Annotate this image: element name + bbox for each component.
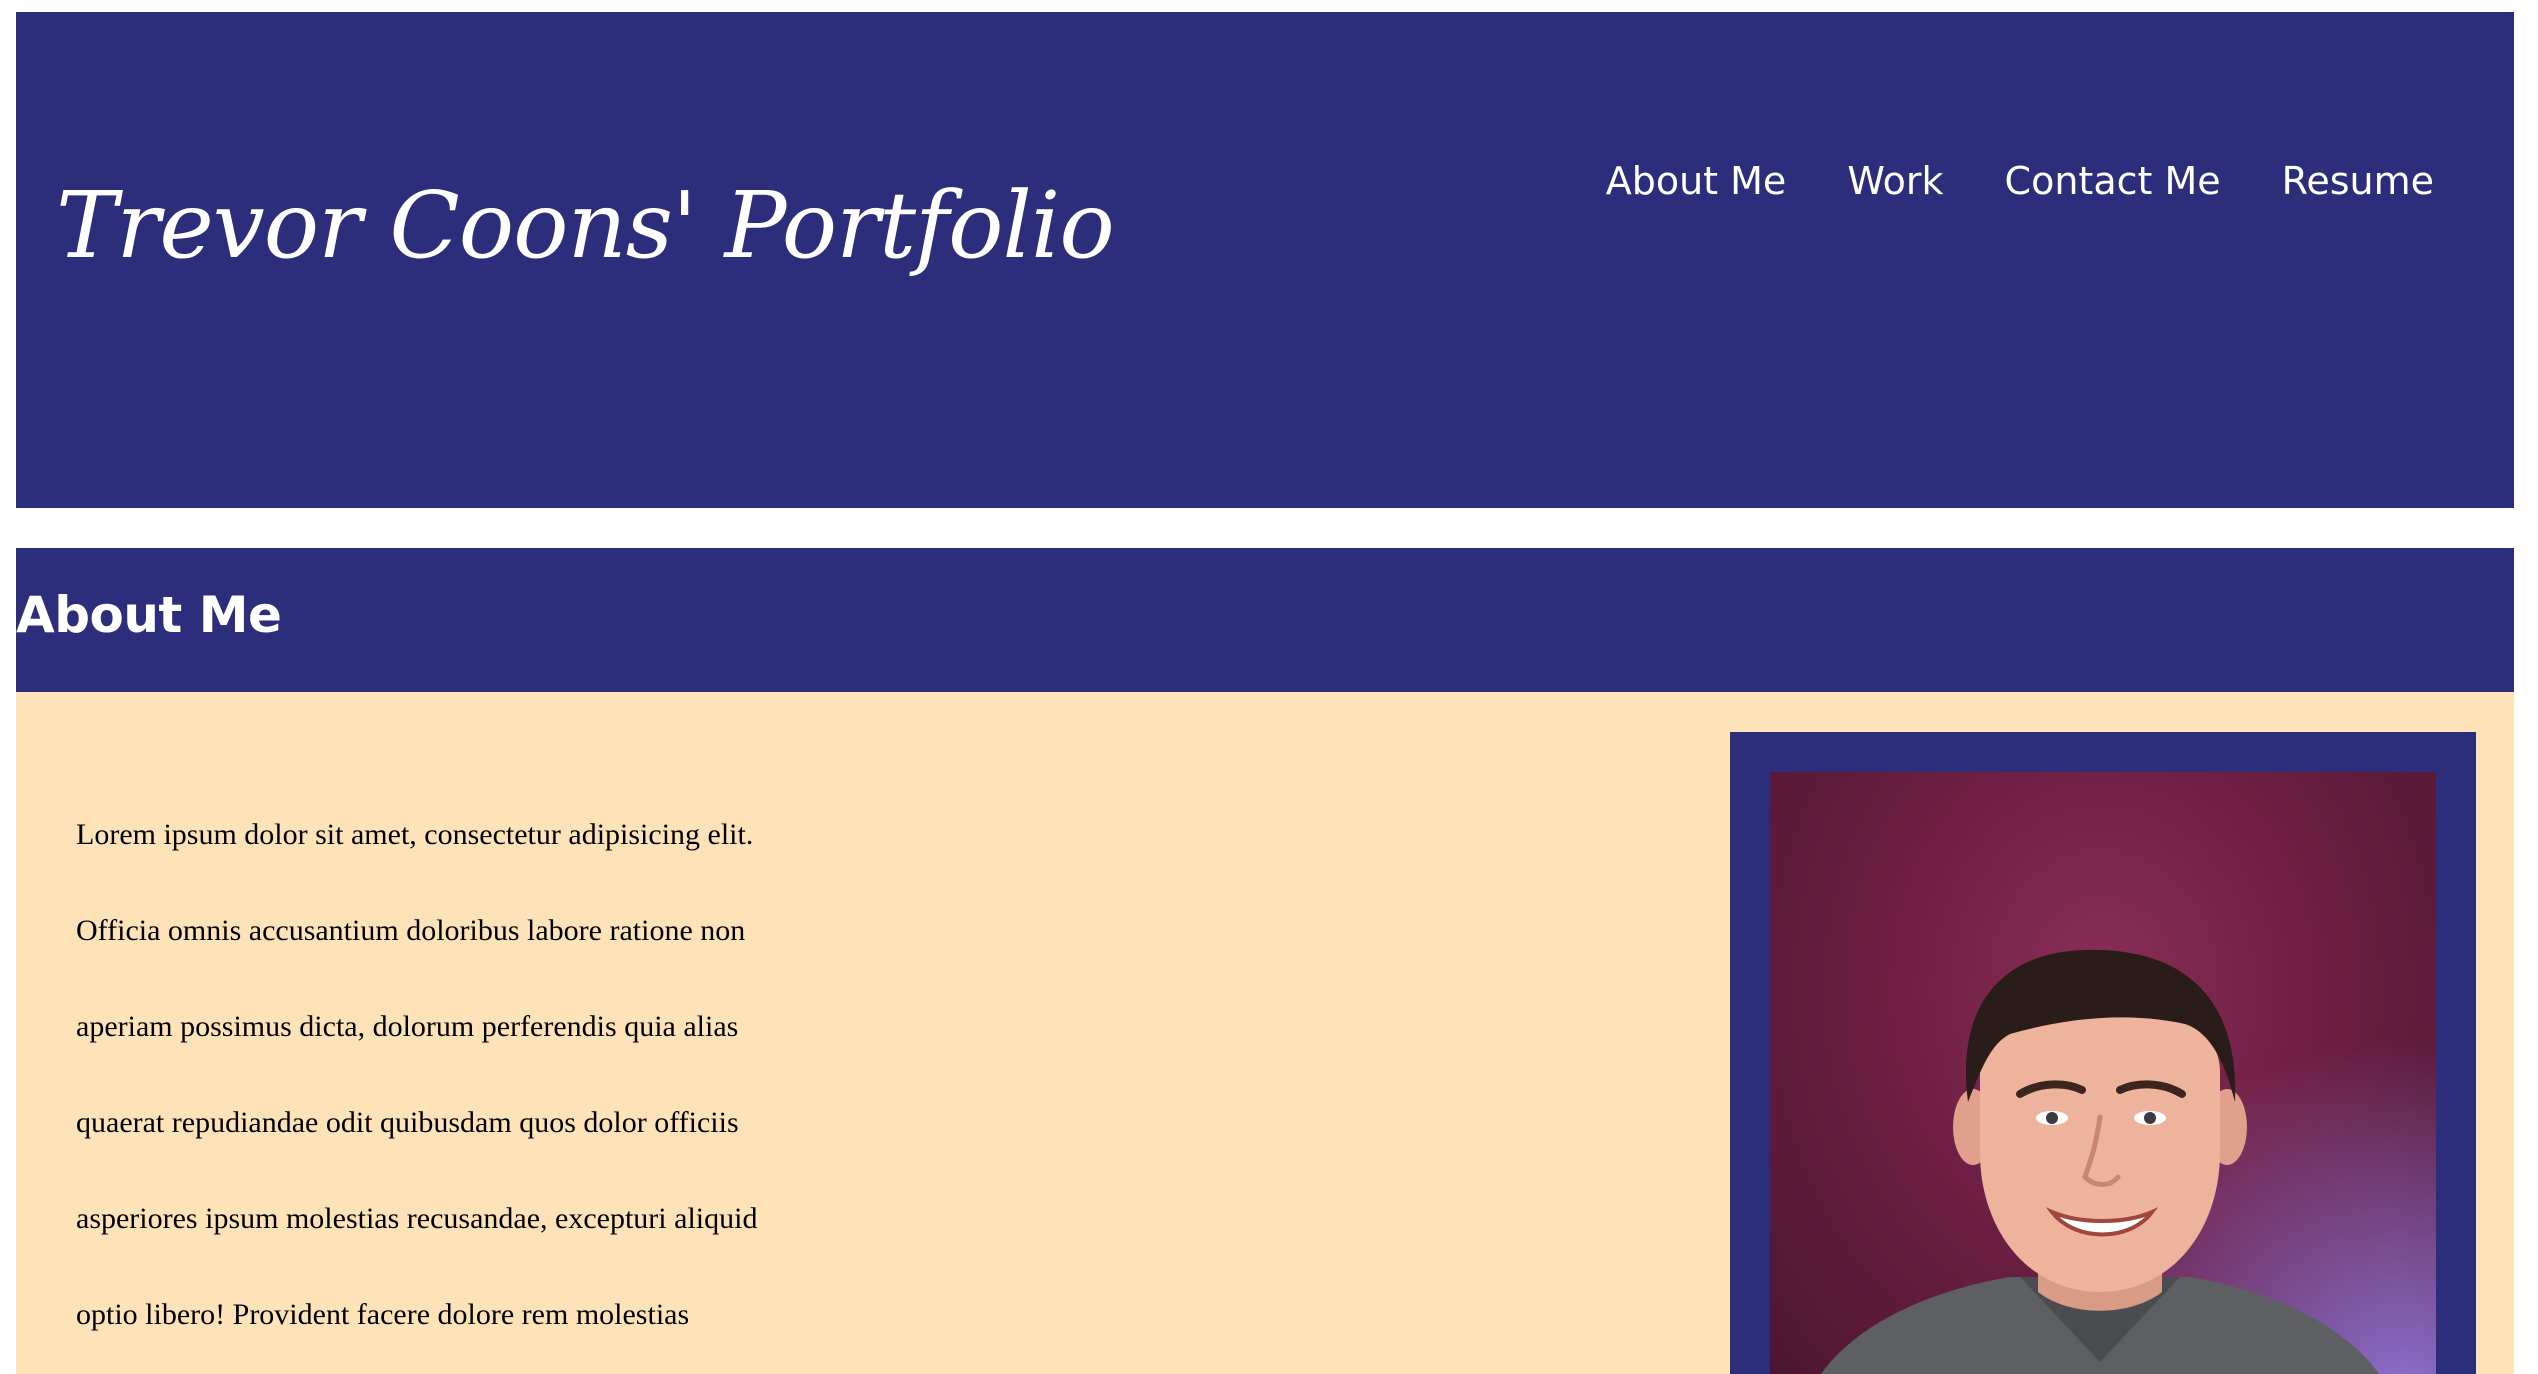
page: Trevor Coons' Portfolio About Me Work Co… (0, 0, 2538, 1374)
bio-line: asperiores ipsum molestias recusandae, e… (76, 1202, 758, 1235)
portrait-frame (1730, 732, 2476, 1374)
nav-link-about-me[interactable]: About Me (1606, 162, 1787, 200)
portrait-illustration (1821, 949, 2379, 1374)
bio-text: Lorem ipsum dolor sit amet, consectetur … (76, 820, 976, 1374)
bio-line: aperiam possimus dicta, dolorum perferen… (76, 1010, 739, 1043)
about-section-header: About Me (16, 548, 2514, 692)
main-nav: About Me Work Contact Me Resume (1606, 162, 2434, 200)
bio-line: Lorem ipsum dolor sit amet, consectetur … (76, 818, 754, 851)
about-content: Lorem ipsum dolor sit amet, consectetur … (16, 692, 2514, 1374)
about-heading: About Me (16, 586, 282, 644)
site-title: Trevor Coons' Portfolio (56, 172, 1115, 279)
bio-line: Officia omnis accusantium doloribus labo… (76, 914, 746, 947)
nav-link-resume[interactable]: Resume (2282, 162, 2434, 200)
bio-line: optio libero! Provident facere dolore re… (76, 1298, 690, 1331)
nav-link-contact-me[interactable]: Contact Me (2005, 162, 2221, 200)
portrait-photo (1770, 772, 2436, 1374)
site-header: Trevor Coons' Portfolio About Me Work Co… (16, 12, 2514, 508)
bio-line: quaerat repudiandae odit quibusdam quos … (76, 1106, 739, 1139)
nav-link-work[interactable]: Work (1847, 162, 1943, 200)
